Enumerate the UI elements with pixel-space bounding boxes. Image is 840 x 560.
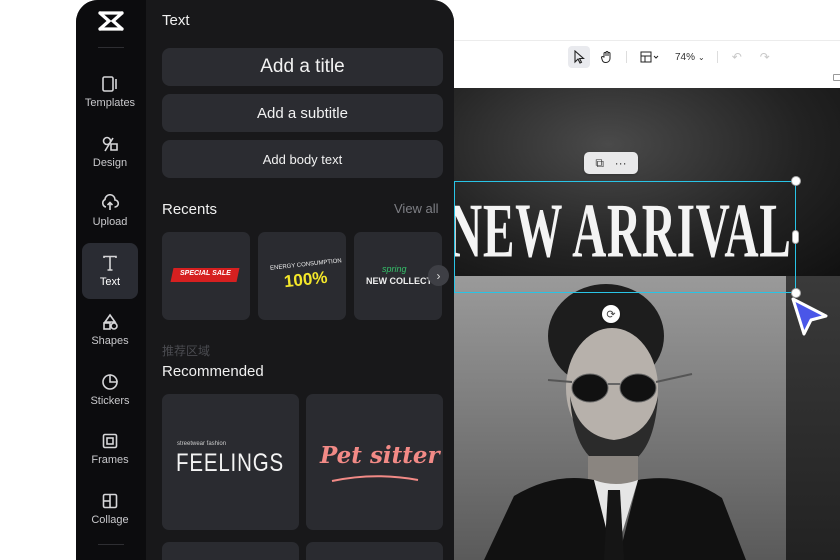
- capcut-logo-icon: [98, 11, 124, 31]
- selection-box[interactable]: [454, 181, 796, 293]
- pointer-icon: [574, 50, 585, 64]
- zoom-value: 74%: [675, 51, 696, 63]
- recommended-template-card[interactable]: [162, 542, 299, 560]
- recents-heading: Recents: [162, 201, 218, 218]
- rotate-icon: ⟳: [606, 308, 616, 321]
- text-panel: Text Add a title Add a subtitle Add body…: [146, 0, 454, 560]
- sidebar-item-text[interactable]: Text: [82, 243, 138, 299]
- canvas-photo[interactable]: [454, 88, 840, 560]
- view-all-link[interactable]: View all: [394, 201, 439, 216]
- recents-next-button[interactable]: ›: [428, 265, 449, 286]
- toolbar-separator: [626, 51, 627, 63]
- sidebar-item-label: Design: [92, 157, 128, 169]
- shapes-icon: [101, 313, 119, 331]
- panel-title: Text: [162, 12, 190, 29]
- swoosh-decoration: [331, 475, 419, 482]
- design-icon: [101, 135, 119, 153]
- recent-card-big-text: 100%: [283, 267, 329, 292]
- stickers-icon: [101, 373, 119, 391]
- sidebar-item-collage[interactable]: Collage: [82, 481, 138, 537]
- text-icon: [101, 254, 119, 272]
- recent-template-card[interactable]: ENERGY CONSUMPTION 100%: [258, 232, 346, 320]
- rail-divider-bottom: [98, 544, 124, 545]
- mouse-cursor-icon: [791, 297, 828, 336]
- rec-card-big-text: Pet sitter: [320, 442, 440, 469]
- hand-tool-button[interactable]: [596, 46, 618, 68]
- canvas-toolbar: 74% ⌄ ↶ ↷: [568, 44, 776, 70]
- hand-icon: [601, 51, 611, 63]
- recommended-template-card[interactable]: [306, 542, 443, 560]
- sidebar-rail: Templates Design Upload Text Shapes Stic…: [76, 0, 146, 560]
- toolbar-divider: [454, 40, 840, 41]
- chevron-right-icon: ›: [436, 268, 441, 283]
- sidebar-item-label: Collage: [91, 514, 129, 526]
- redo-button[interactable]: ↷: [754, 46, 776, 68]
- layout-dropdown[interactable]: [635, 46, 665, 68]
- panel-toggle-icon[interactable]: [833, 74, 840, 81]
- rail-divider: [98, 47, 124, 48]
- add-title-button[interactable]: Add a title: [162, 48, 443, 86]
- add-body-text-button[interactable]: Add body text: [162, 140, 443, 178]
- recommended-template-card[interactable]: streetwear fashion FEELINGS: [162, 394, 299, 530]
- sidebar-item-label: Upload: [92, 216, 128, 228]
- upload-icon: [101, 194, 119, 212]
- left-panel: Templates Design Upload Text Shapes Stic…: [76, 0, 454, 560]
- recent-card-small-text: spring: [382, 264, 407, 274]
- sidebar-item-label: Text: [99, 276, 121, 288]
- sidebar-item-label: Frames: [91, 454, 129, 466]
- resize-handle-right[interactable]: [793, 231, 798, 243]
- sidebar-item-shapes[interactable]: Shapes: [82, 302, 138, 358]
- undo-icon: ↶: [731, 50, 742, 64]
- chevron-down-icon: ⌄: [698, 52, 705, 62]
- collage-icon: [101, 492, 119, 510]
- sidebar-item-frames[interactable]: Frames: [82, 421, 138, 477]
- sidebar-item-design[interactable]: Design: [82, 124, 138, 180]
- zoom-dropdown[interactable]: 74% ⌄: [671, 52, 709, 63]
- sidebar-item-label: Stickers: [90, 395, 130, 407]
- rec-card-small-text: streetwear fashion: [177, 441, 227, 447]
- portrait-illustration: [484, 284, 746, 560]
- sidebar-item-upload[interactable]: Upload: [82, 183, 138, 239]
- rotate-handle[interactable]: ⟳: [602, 305, 620, 323]
- rec-card-big-text: FEELINGS: [176, 449, 284, 477]
- sidebar-item-label: Shapes: [91, 335, 129, 347]
- sidebar-item-templates[interactable]: Templates: [82, 64, 138, 120]
- floating-toolbar: ⧉ ···: [584, 152, 638, 174]
- app-root: 74% ⌄ ↶ ↷ NEW ARRIVAL ⧉ ··· ⟳ Templates …: [0, 0, 840, 560]
- sidebar-item-stickers[interactable]: Stickers: [82, 362, 138, 418]
- recommended-heading: Recommended: [162, 363, 264, 380]
- layout-icon: [640, 51, 659, 63]
- sidebar-item-label: Templates: [84, 97, 136, 109]
- more-options-button[interactable]: ···: [615, 156, 627, 170]
- recent-card-text: SPECIAL SALE: [180, 270, 231, 277]
- photo-portrait: [454, 276, 786, 560]
- add-subtitle-button[interactable]: Add a subtitle: [162, 94, 443, 132]
- select-tool-button[interactable]: [568, 46, 590, 68]
- resize-handle-top-right[interactable]: [792, 177, 800, 185]
- toolbar-separator: [716, 51, 718, 63]
- recent-template-card[interactable]: SPECIAL SALE: [162, 232, 250, 320]
- templates-icon: [101, 75, 119, 93]
- redo-icon: ↷: [759, 50, 770, 64]
- faded-section-label: 推荐区域: [162, 344, 211, 358]
- copy-icon[interactable]: ⧉: [595, 156, 604, 171]
- undo-button[interactable]: ↶: [726, 46, 748, 68]
- recommended-template-card[interactable]: Pet sitter: [306, 394, 443, 530]
- frames-icon: [101, 432, 119, 450]
